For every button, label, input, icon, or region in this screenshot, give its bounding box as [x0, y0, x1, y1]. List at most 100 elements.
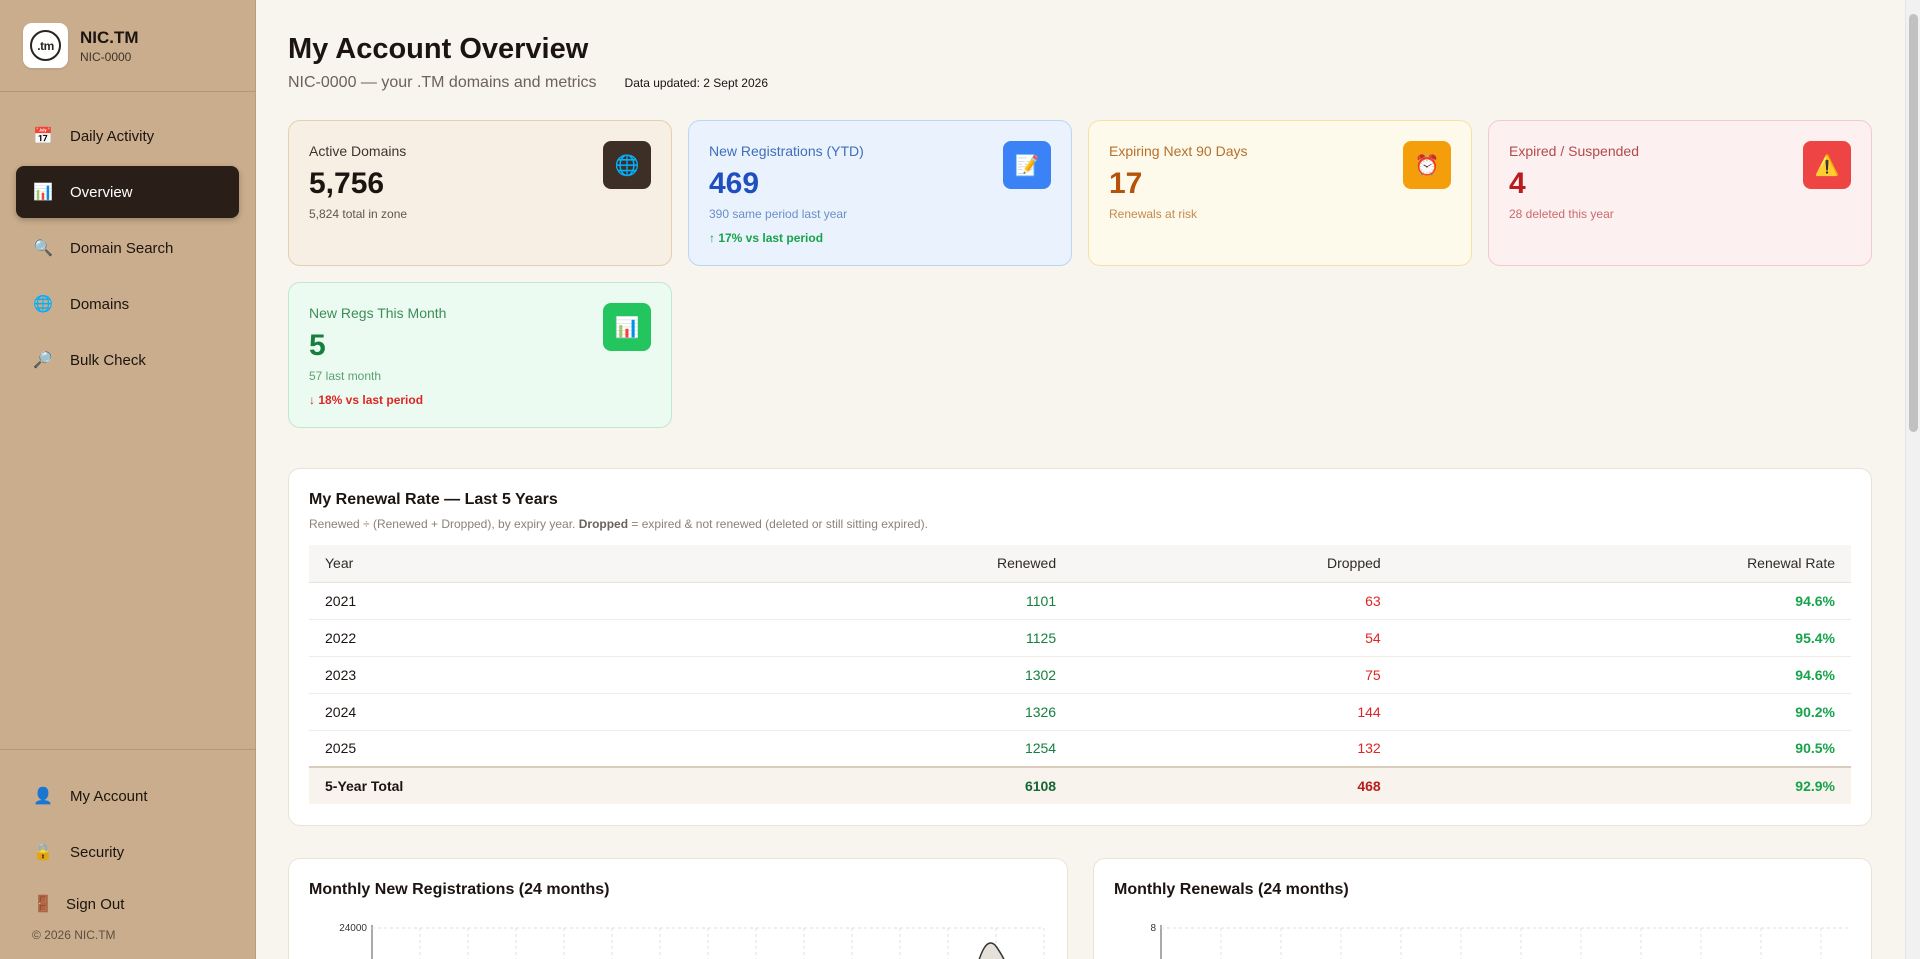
globe-icon: 🌐 [33, 296, 53, 313]
door-icon: 🚪 [33, 896, 53, 913]
page-scrollbar[interactable] [1905, 0, 1920, 959]
cell-rate: 95.4% [1396, 619, 1851, 657]
chart-canvas: 24000 [339, 923, 1045, 959]
page-subtitle: NIC-0000 — your .TM domains and metrics [288, 74, 597, 91]
renewal-rate-panel: My Renewal Rate — Last 5 Years Renewed ÷… [288, 468, 1872, 826]
chart-title: Monthly Renewals (24 months) [1114, 881, 1349, 898]
table-row: 2025 1254 132 90.5% [309, 730, 1851, 768]
card-sub: 5,824 total in zone [309, 207, 408, 221]
cell-dropped: 144 [1072, 693, 1397, 731]
brand[interactable]: .tm NIC.TM NIC-0000 [0, 0, 255, 92]
cell-year: 2024 [309, 693, 727, 731]
card-expiring-90-days[interactable]: Expiring Next 90 Days 17 Renewals at ris… [1088, 120, 1472, 266]
cell-rate: 90.5% [1396, 730, 1851, 768]
globe-icon: 🌐 [603, 141, 651, 189]
card-new-registrations-ytd[interactable]: New Registrations (YTD) 469 390 same per… [688, 120, 1072, 266]
page-title: My Account Overview [288, 33, 589, 65]
sidebar-bottom-nav: 👤 My Account 🔒 Security 🚪 Sign Out [0, 749, 256, 930]
vertical-gridlines [419, 928, 1045, 959]
main-content: My Account Overview NIC-0000 — your .TM … [288, 0, 1872, 959]
data-updated-label: Data updated: 2 Sept 2026 [624, 76, 768, 90]
sidebar-item-label: Security [70, 843, 125, 861]
sidebar-item-label: Domains [70, 295, 130, 313]
card-sub: 390 same period last year [709, 207, 848, 221]
cell-total-rate: 92.9% [1396, 766, 1851, 804]
cell-renewed: 1326 [726, 693, 1073, 731]
card-sub: Renewals at risk [1109, 207, 1198, 221]
sidebar-item-label: My Account [70, 787, 148, 805]
sidebar-item-label: Sign Out [66, 895, 125, 913]
y-axis-max-label: 24000 [339, 923, 367, 934]
cell-renewed: 1101 [726, 582, 1073, 620]
card-value: 469 [709, 167, 760, 200]
cell-rate: 94.6% [1396, 656, 1851, 694]
table-row: 2024 1326 144 90.2% [309, 693, 1851, 731]
sidebar-item-label: Daily Activity [70, 127, 155, 145]
sidebar-item-overview[interactable]: 📊 Overview [16, 166, 239, 218]
cell-year: 2021 [309, 582, 727, 620]
lock-icon: 🔒 [33, 844, 53, 861]
card-new-regs-this-month[interactable]: New Regs This Month 5 57 last month ↓ 18… [288, 282, 672, 428]
table-row: 2023 1302 75 94.6% [309, 656, 1851, 694]
cell-dropped: 132 [1072, 730, 1397, 768]
sidebar: .tm NIC.TM NIC-0000 📅 Daily Activity 📊 O… [0, 0, 256, 959]
monthly-renewals-chart: Monthly Renewals (24 months) 8 [1093, 858, 1872, 959]
scrollbar-thumb[interactable] [1909, 14, 1918, 432]
table-row: 2021 1101 63 94.6% [309, 582, 1851, 620]
card-active-domains[interactable]: Active Domains 5,756 5,824 total in zone… [288, 120, 672, 266]
cell-year: 2023 [309, 656, 727, 694]
cell-year: 2022 [309, 619, 727, 657]
table-row: 2022 1125 54 95.4% [309, 619, 1851, 657]
cell-total-dropped: 468 [1072, 766, 1397, 804]
metric-cards: Active Domains 5,756 5,824 total in zone… [288, 120, 1872, 432]
calendar-icon: 📅 [33, 128, 53, 145]
sidebar-item-domain-search[interactable]: 🔍 Domain Search [16, 222, 239, 274]
column-header-renewal-rate[interactable]: Renewal Rate [1396, 545, 1851, 583]
sidebar-item-security[interactable]: 🔒 Security [16, 826, 240, 878]
sidebar-item-bulk-check[interactable]: 🔎 Bulk Check [16, 334, 239, 386]
sign-out-button[interactable]: 🚪 Sign Out [16, 882, 240, 926]
brand-account-id: NIC-0000 [80, 49, 132, 64]
card-label: Active Domains [309, 143, 407, 159]
column-header-dropped[interactable]: Dropped [1072, 545, 1397, 583]
card-label: New Registrations (YTD) [709, 143, 864, 159]
column-header-year[interactable]: Year [309, 545, 727, 583]
card-label: Expiring Next 90 Days [1109, 143, 1248, 159]
table-header-row: Year Renewed Dropped Renewal Rate [309, 545, 1851, 583]
copyright: © 2026 NIC.TM [32, 928, 116, 942]
renewal-panel-title: My Renewal Rate — Last 5 Years [309, 491, 558, 508]
sidebar-item-my-account[interactable]: 👤 My Account [16, 770, 240, 822]
vertical-gridlines [1220, 928, 1822, 959]
renewal-panel-note: Renewed ÷ (Renewed + Dropped), by expiry… [309, 517, 928, 531]
chart-canvas: 8 [1150, 923, 1849, 959]
chart-title: Monthly New Registrations (24 months) [309, 881, 610, 898]
cell-dropped: 75 [1072, 656, 1397, 694]
card-trend: ↑ 17% vs last period [709, 231, 824, 245]
card-expired-suspended[interactable]: Expired / Suspended 4 28 deleted this ye… [1488, 120, 1872, 266]
cell-rate: 94.6% [1396, 582, 1851, 620]
y-axis-max-label: 8 [1150, 923, 1156, 934]
search-icon: 🔍 [33, 240, 53, 257]
renewal-table: Year Renewed Dropped Renewal Rate 2021 1… [309, 545, 1851, 804]
card-value: 4 [1509, 167, 1526, 200]
user-icon: 👤 [33, 788, 53, 805]
sidebar-item-daily-activity[interactable]: 📅 Daily Activity [16, 110, 239, 162]
cell-dropped: 63 [1072, 582, 1397, 620]
sidebar-item-label: Bulk Check [70, 351, 146, 369]
cell-rate: 90.2% [1396, 693, 1851, 731]
sidebar-nav: 📅 Daily Activity 📊 Overview 🔍 Domain Sea… [0, 92, 255, 386]
magnifier-icon: 🔎 [33, 352, 53, 369]
card-trend: ↓ 18% vs last period [309, 393, 424, 407]
monthly-new-registrations-chart: Monthly New Registrations (24 months) 24… [288, 858, 1068, 959]
sidebar-item-domains[interactable]: 🌐 Domains [16, 278, 239, 330]
brand-name: NIC.TM [80, 27, 139, 47]
sidebar-item-label: Overview [70, 183, 133, 201]
card-sub: 57 last month [309, 369, 382, 383]
brand-logo: .tm [23, 23, 68, 68]
memo-icon: 📝 [1003, 141, 1051, 189]
column-header-renewed[interactable]: Renewed [726, 545, 1073, 583]
registrations-area [978, 942, 1005, 959]
brand-logo-mark: .tm [30, 30, 61, 61]
cell-dropped: 54 [1072, 619, 1397, 657]
cell-renewed: 1125 [726, 619, 1073, 657]
